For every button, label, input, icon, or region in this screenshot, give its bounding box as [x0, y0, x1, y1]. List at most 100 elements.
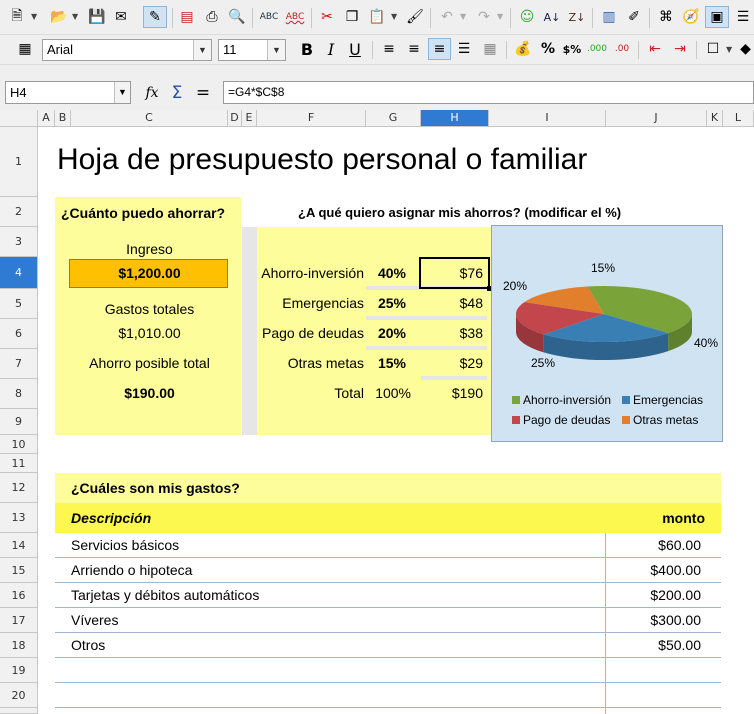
formula-input[interactable]: =G4*$C$8	[223, 81, 754, 104]
col-header-g[interactable]: G	[366, 110, 421, 127]
copy-icon[interactable]: ❐	[341, 6, 363, 28]
col-header-d[interactable]: D	[228, 110, 242, 127]
row-header-4[interactable]: 4	[0, 257, 38, 289]
expense-desc[interactable]: Tarjetas y débitos automáticos	[71, 587, 259, 603]
selected-cell-h4[interactable]	[419, 257, 490, 289]
currency-format-icon[interactable]: 💰	[512, 38, 534, 60]
expense-desc[interactable]: Víveres	[71, 612, 118, 628]
allocation-pct[interactable]: 15%	[366, 355, 406, 371]
delete-decimal-icon[interactable]: .00	[611, 38, 633, 60]
expense-desc[interactable]: Otros	[71, 637, 105, 653]
allocation-pct[interactable]: 25%	[366, 295, 406, 311]
redo-icon[interactable]: ↷	[473, 6, 495, 28]
undo-dropdown-icon[interactable]: ▼	[460, 12, 466, 21]
percent-format-icon[interactable]: %	[537, 38, 559, 60]
col-header-b[interactable]: B	[55, 110, 71, 127]
open-folder-icon[interactable]: 📂	[48, 6, 70, 28]
col-header-k[interactable]: K	[707, 110, 723, 127]
bold-icon[interactable]: B	[296, 38, 318, 60]
align-center-icon[interactable]: ≡	[403, 38, 425, 60]
row-header-1[interactable]: 1	[0, 127, 38, 197]
sum-icon[interactable]: Σ	[166, 82, 188, 104]
col-header-i[interactable]: I	[489, 110, 606, 127]
expense-desc[interactable]: Servicios básicos	[71, 537, 179, 553]
row-header-18[interactable]: 18	[0, 633, 38, 658]
row-header-21[interactable]	[0, 708, 38, 714]
navigator-compass-icon[interactable]: 🧭	[680, 6, 702, 28]
col-header-j[interactable]: J	[606, 110, 707, 127]
email-icon[interactable]: ✉	[110, 6, 132, 28]
expense-desc[interactable]: Arriendo o hipoteca	[71, 562, 192, 578]
undo-icon[interactable]: ↶	[436, 6, 458, 28]
col-header-a[interactable]: A	[38, 110, 55, 127]
col-header-l[interactable]: L	[723, 110, 754, 127]
row-header-2[interactable]: 2	[0, 197, 38, 227]
chevron-down-icon[interactable]: ▼	[267, 40, 285, 60]
underline-icon[interactable]: U	[344, 38, 366, 60]
row-header-15[interactable]: 15	[0, 558, 38, 583]
gallery-icon[interactable]: ▣	[705, 6, 729, 28]
function-wizard-icon[interactable]: fx	[141, 82, 163, 104]
row-header-16[interactable]: 16	[0, 583, 38, 608]
col-header-e[interactable]: E	[242, 110, 257, 127]
paste-icon[interactable]: 📋	[366, 6, 388, 28]
autospellcheck-icon[interactable]: ABC	[284, 6, 306, 28]
font-size-box[interactable]: 11 ▼	[218, 39, 286, 61]
col-header-f[interactable]: F	[257, 110, 366, 127]
navigator-icon[interactable]: ☺	[516, 6, 538, 28]
expense-amount[interactable]: $60.00	[606, 537, 701, 553]
background-color-icon[interactable]: ◆	[737, 38, 754, 60]
sort-ascending-icon[interactable]: A↓	[541, 6, 563, 28]
row-header-6[interactable]: 6	[0, 319, 38, 349]
print-preview-icon[interactable]: 🔍	[226, 6, 248, 28]
clone-formatting-icon[interactable]: 🖌	[404, 6, 426, 28]
row-header-19[interactable]: 19	[0, 658, 38, 683]
styles-formatting-icon[interactable]: ▦	[14, 38, 36, 60]
new-dropdown-icon[interactable]: ▼	[31, 12, 37, 21]
save-icon[interactable]: 💾	[86, 6, 108, 28]
justify-icon[interactable]: ☰	[453, 38, 475, 60]
name-box[interactable]: H4 ▼	[5, 81, 131, 104]
row-header-11[interactable]: 11	[0, 454, 38, 473]
align-right-icon[interactable]: ≡	[428, 38, 451, 60]
select-all-corner[interactable]	[0, 110, 38, 127]
align-left-icon[interactable]: ≡	[378, 38, 400, 60]
expense-amount[interactable]: $50.00	[606, 637, 701, 653]
font-name-box[interactable]: Arial ▼	[42, 39, 212, 61]
row-header-8[interactable]: 8	[0, 379, 38, 409]
print-icon[interactable]: ⎙	[201, 6, 223, 28]
expense-amount[interactable]: $200.00	[606, 587, 701, 603]
sort-descending-icon[interactable]: Z↓	[566, 6, 588, 28]
expense-amount[interactable]: $300.00	[606, 612, 701, 628]
col-header-c[interactable]: C	[71, 110, 228, 127]
redo-dropdown-icon[interactable]: ▼	[497, 12, 503, 21]
find-replace-icon[interactable]: ⌘	[655, 6, 677, 28]
chevron-down-icon[interactable]: ▼	[114, 82, 130, 103]
open-dropdown-icon[interactable]: ▼	[72, 12, 78, 21]
cut-icon[interactable]: ✂	[316, 6, 338, 28]
show-draw-functions-icon[interactable]: ✐	[623, 6, 645, 28]
new-document-icon[interactable]: 🗎	[6, 6, 28, 28]
row-header-3[interactable]: 3	[0, 227, 38, 257]
allocation-pct[interactable]: 40%	[366, 265, 406, 281]
export-pdf-icon[interactable]: ▤	[176, 6, 198, 28]
data-sources-icon[interactable]: ☰	[732, 6, 754, 28]
decrease-indent-icon[interactable]: ⇤	[644, 38, 666, 60]
standard-format-icon[interactable]: $%	[561, 38, 583, 60]
formula-equals-icon[interactable]: =	[192, 82, 214, 104]
col-header-h[interactable]: H	[421, 110, 489, 127]
row-header-7[interactable]: 7	[0, 349, 38, 379]
add-decimal-icon[interactable]: .000	[586, 38, 608, 60]
increase-indent-icon[interactable]: ⇥	[669, 38, 691, 60]
row-header-17[interactable]: 17	[0, 608, 38, 633]
row-header-20[interactable]: 20	[0, 683, 38, 708]
row-header-9[interactable]: 9	[0, 409, 38, 435]
row-header-14[interactable]: 14	[0, 533, 38, 558]
borders-icon[interactable]: ☐	[702, 38, 724, 60]
row-header-13[interactable]: 13	[0, 503, 38, 533]
row-header-10[interactable]: 10	[0, 435, 38, 454]
italic-icon[interactable]: I	[320, 38, 342, 60]
row-header-12[interactable]: 12	[0, 473, 38, 503]
chevron-down-icon[interactable]: ▼	[193, 40, 211, 60]
merge-cells-icon[interactable]: ▦	[479, 38, 501, 60]
